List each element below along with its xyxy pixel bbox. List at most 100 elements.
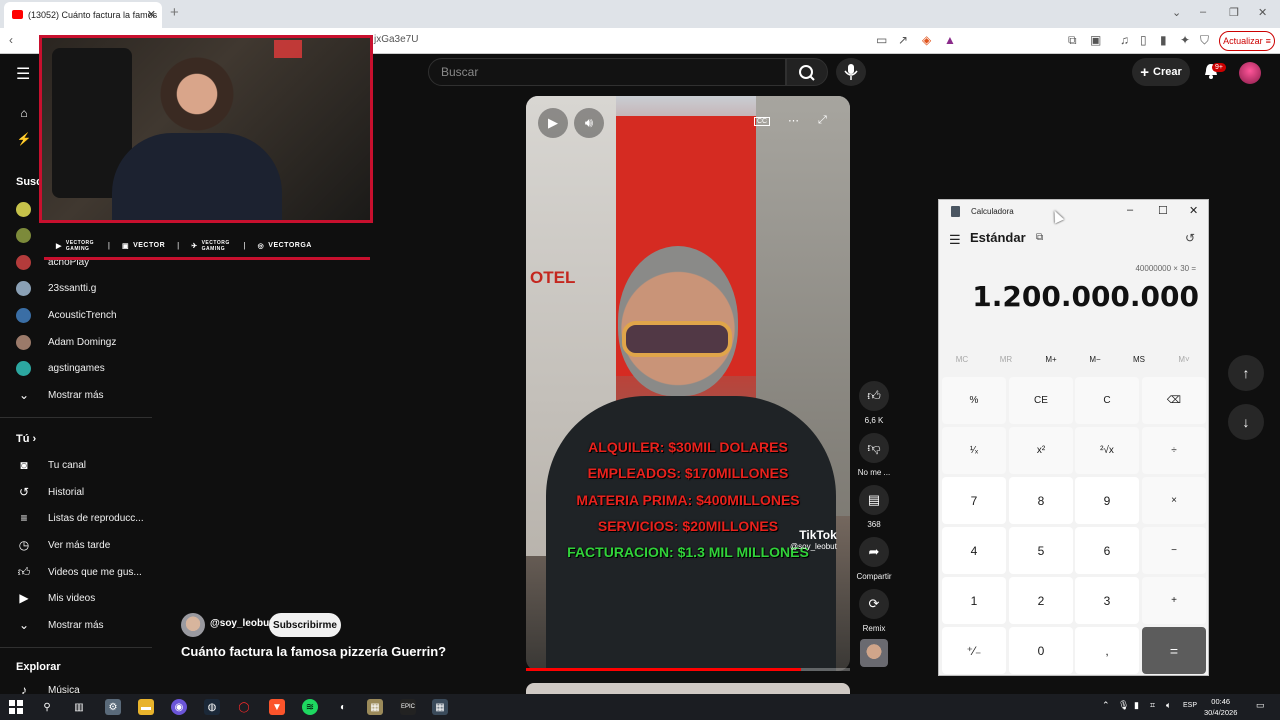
next-short-button[interactable]: ↓ [1228,404,1264,440]
sidebar-item-playlists[interactable]: ≡ Listas de reproducc... [16,507,143,529]
notifications-icon[interactable]: ▭ [1256,700,1265,711]
sidebar-sub-4[interactable]: 23ssantti.g [16,277,96,299]
screenshot-icon[interactable]: ▣ [1090,33,1101,47]
chevron-down-icon[interactable]: ⌄ [1172,6,1181,19]
discord-icon[interactable]: ◉ [171,699,187,715]
tray-overflow-icon[interactable]: ⌃ [1102,700,1110,711]
dislike-action[interactable]: 👎︎ No me ... [858,433,890,477]
tray-volume-icon[interactable]: 🔈︎ [1166,700,1171,711]
minimize-icon[interactable]: – [1200,6,1206,18]
voice-search-button[interactable] [836,58,866,86]
multiply-key[interactable]: × [1142,477,1206,524]
comment-icon[interactable]: ▤ [859,485,889,515]
update-button[interactable]: Actualizar ≡ [1219,31,1275,51]
digit-5-key[interactable]: 5 [1009,527,1073,574]
language-indicator[interactable]: ESP [1183,702,1197,709]
backspace-key[interactable]: ⌫ [1142,377,1206,424]
sidebar-item-liked-videos[interactable]: 👍︎ Videos que me gus... [16,561,142,583]
video-progress-bar[interactable] [526,668,850,671]
new-tab-icon[interactable]: + [170,4,179,21]
digit-8-key[interactable]: 8 [1009,477,1073,524]
sidebar-icon[interactable]: ▯ [1140,33,1147,47]
reciprocal-key[interactable]: ¹⁄ₓ [942,427,1006,474]
search-icon[interactable]: ⚲ [39,699,55,715]
digit-2-key[interactable]: 2 [1009,577,1073,624]
history-icon[interactable]: ↺ [1185,231,1195,245]
remix-action[interactable]: ⟳ Remix [859,589,889,633]
minimize-icon[interactable]: – [1127,204,1133,216]
leo-icon[interactable]: ✦ [1180,33,1190,47]
like-action[interactable]: 👍︎ 6,6 K [859,381,889,425]
file-explorer-icon[interactable]: ▬ [138,699,154,715]
settings-icon[interactable]: ⚙ [105,699,121,715]
square-key[interactable]: x² [1009,427,1073,474]
memory-store-button[interactable]: MS [1119,355,1159,364]
digit-0-key[interactable]: 0 [1009,627,1073,674]
hamburger-menu-icon[interactable]: ☰ [16,64,30,84]
fullscreen-icon[interactable]: ⤢ [818,114,827,127]
clear-entry-key[interactable]: CE [1009,377,1073,424]
play-button[interactable]: ▶ [538,108,568,138]
negate-key[interactable]: ⁺⁄₋ [942,627,1006,674]
subscribe-button[interactable]: Subscribirme [269,613,341,637]
rewards-icon[interactable]: ▲ [944,33,956,47]
video-title[interactable]: Cuánto factura la famosa pizzería Guerri… [181,644,446,659]
hamburger-menu-icon[interactable]: ☰ [949,232,961,248]
brave-shield-icon[interactable]: ◈ [922,33,931,47]
search-button[interactable] [786,58,828,86]
remix-icon[interactable]: ⟳ [859,589,889,619]
captions-icon[interactable]: CC [754,117,771,126]
digit-1-key[interactable]: 1 [942,577,1006,624]
restore-icon[interactable]: ❐ [1229,6,1239,19]
close-icon[interactable]: ✕ [1189,204,1198,217]
sidebar-item-watch-later[interactable]: ◷ Ver más tarde [16,534,111,556]
decimal-key[interactable]: , [1075,627,1139,674]
you-heading[interactable]: Tú › [16,433,36,445]
account-avatar[interactable] [1239,62,1261,84]
thumbs-up-icon[interactable]: 👍︎ [859,381,889,411]
bookmark-icon[interactable]: ▮ [1160,33,1167,47]
epic-games-icon[interactable]: EPIC [400,699,416,715]
share-action[interactable]: ➦ Compartir [856,537,892,581]
game-icon[interactable]: ▦ [367,699,383,715]
square-root-key[interactable]: ²√x [1075,427,1139,474]
maximize-icon[interactable]: ☐ [1158,204,1168,217]
windows-start-icon[interactable] [8,699,24,715]
url-text[interactable]: jxGa3e7U [374,34,418,45]
short-video-player[interactable]: OTEL ALQUILER: $30MIL DOLARES EMPLEADOS:… [526,96,850,671]
digit-9-key[interactable]: 9 [1075,477,1139,524]
sidebar-item-show-more[interactable]: ⌄ Mostrar más [16,614,104,636]
tray-mic-icon[interactable]: 🎙︎ [1118,700,1129,711]
taskbar-clock[interactable]: 00:46 30/4/2026 [1204,696,1237,718]
vpn-icon[interactable]: ⛉ [1200,33,1209,48]
cast-icon[interactable]: ▭ [876,33,887,47]
tray-usb-icon[interactable]: ▮ [1134,700,1139,711]
search-input[interactable]: Buscar [428,58,786,86]
sidebar-item-my-videos[interactable]: ▶ Mis videos [16,587,95,609]
subtract-key[interactable]: − [1142,527,1206,574]
memory-add-button[interactable]: M+ [1031,355,1071,364]
more-options-icon[interactable]: ⋯ [788,114,799,127]
digit-4-key[interactable]: 4 [942,527,1006,574]
opera-icon[interactable]: ◯ [236,699,252,715]
keep-on-top-icon[interactable]: ⧉ [1036,232,1043,243]
obs-icon[interactable]: ◐ [335,699,351,715]
close-window-icon[interactable]: ✕ [1258,6,1267,19]
steam-icon[interactable]: ◍ [204,699,220,715]
digit-3-key[interactable]: 3 [1075,577,1139,624]
memory-subtract-button[interactable]: M− [1075,355,1115,364]
comments-action[interactable]: ▤ 368 [859,485,889,529]
tray-network-icon[interactable]: ⌗ [1150,700,1155,711]
task-view-icon[interactable]: ▥ [71,699,87,715]
sound-thumbnail[interactable] [860,639,888,667]
digit-6-key[interactable]: 6 [1075,527,1139,574]
divide-key[interactable]: ÷ [1142,427,1206,474]
clear-key[interactable]: C [1075,377,1139,424]
create-button[interactable]: + Crear [1132,58,1190,86]
spotify-icon[interactable]: ≋ [302,699,318,715]
sidebar-sub-5[interactable]: AcousticTrench [16,304,117,326]
previous-short-button[interactable]: ↑ [1228,355,1264,391]
sidebar-item-history[interactable]: ↺ Historial [16,481,84,503]
sidebar-sub-7[interactable]: agstingames [16,357,105,379]
browser-tab[interactable]: (13052) Cuánto factura la famos ✕ [4,2,162,28]
